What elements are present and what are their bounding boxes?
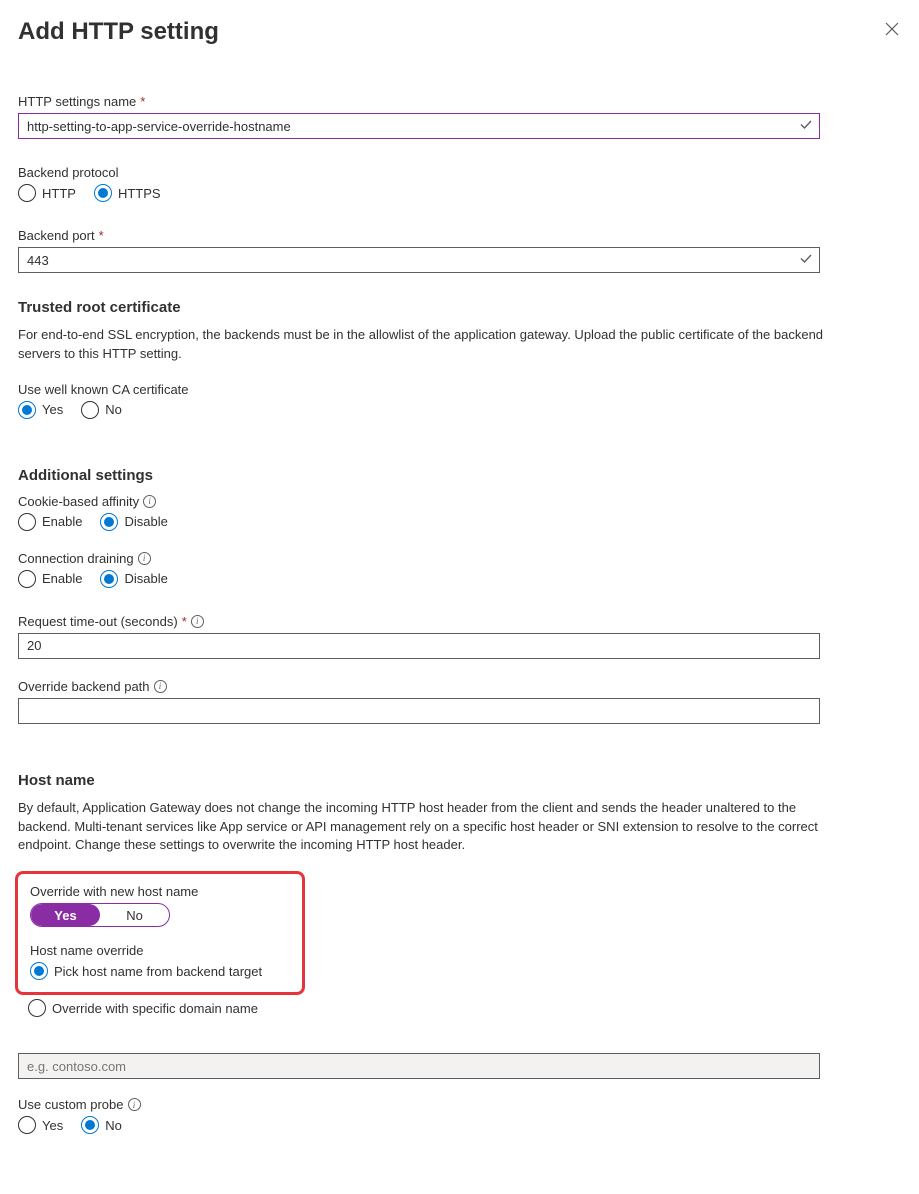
host-name-override-highlight: Override with new host name Yes No Host …: [15, 871, 305, 995]
cookie-enable-radio[interactable]: Enable: [18, 513, 82, 531]
ca-no-radio[interactable]: No: [81, 401, 122, 419]
draining-enable-radio[interactable]: Enable: [18, 570, 82, 588]
cookie-disable-radio[interactable]: Disable: [100, 513, 167, 531]
http-settings-name-label: HTTP settings name *: [18, 94, 901, 109]
request-timeout-input[interactable]: [18, 633, 820, 659]
ca-yes-radio[interactable]: Yes: [18, 401, 63, 419]
request-timeout-label: Request time-out (seconds) * i: [18, 614, 901, 629]
info-icon[interactable]: i: [191, 615, 204, 628]
backend-protocol-label: Backend protocol: [18, 165, 901, 180]
draining-disable-radio[interactable]: Disable: [100, 570, 167, 588]
use-well-known-ca-label: Use well known CA certificate: [18, 382, 901, 397]
override-new-host-name-toggle[interactable]: Yes No: [30, 903, 170, 927]
http-settings-name-input[interactable]: [18, 113, 820, 139]
custom-probe-yes-radio[interactable]: Yes: [18, 1116, 63, 1134]
info-icon[interactable]: i: [143, 495, 156, 508]
override-new-host-name-label: Override with new host name: [30, 884, 290, 899]
additional-settings-heading: Additional settings: [18, 467, 901, 484]
host-name-description: By default, Application Gateway does not…: [18, 799, 838, 856]
specific-domain-input: [18, 1053, 820, 1079]
backend-protocol-http-radio[interactable]: HTTP: [18, 184, 76, 202]
override-backend-path-input[interactable]: [18, 698, 820, 724]
cookie-affinity-label: Cookie-based affinity i: [18, 494, 901, 509]
host-name-heading: Host name: [18, 772, 901, 789]
override-backend-path-label: Override backend path i: [18, 679, 901, 694]
backend-port-label: Backend port *: [18, 228, 901, 243]
override-yes-option[interactable]: Yes: [31, 904, 100, 926]
backend-protocol-https-radio[interactable]: HTTPS: [94, 184, 161, 202]
info-icon[interactable]: i: [128, 1098, 141, 1111]
pick-host-from-backend-radio[interactable]: Pick host name from backend target: [30, 962, 290, 980]
override-no-option[interactable]: No: [100, 904, 169, 926]
override-specific-domain-radio[interactable]: Override with specific domain name: [28, 999, 901, 1017]
host-name-override-label: Host name override: [30, 943, 290, 958]
close-icon[interactable]: [885, 18, 901, 34]
connection-draining-label: Connection draining i: [18, 551, 901, 566]
use-custom-probe-label: Use custom probe i: [18, 1097, 901, 1112]
info-icon[interactable]: i: [138, 552, 151, 565]
info-icon[interactable]: i: [154, 680, 167, 693]
trusted-root-description: For end-to-end SSL encryption, the backe…: [18, 326, 838, 364]
custom-probe-no-radio[interactable]: No: [81, 1116, 122, 1134]
backend-port-input[interactable]: [18, 247, 820, 273]
page-title: Add HTTP setting: [18, 18, 219, 46]
trusted-root-heading: Trusted root certificate: [18, 299, 901, 316]
